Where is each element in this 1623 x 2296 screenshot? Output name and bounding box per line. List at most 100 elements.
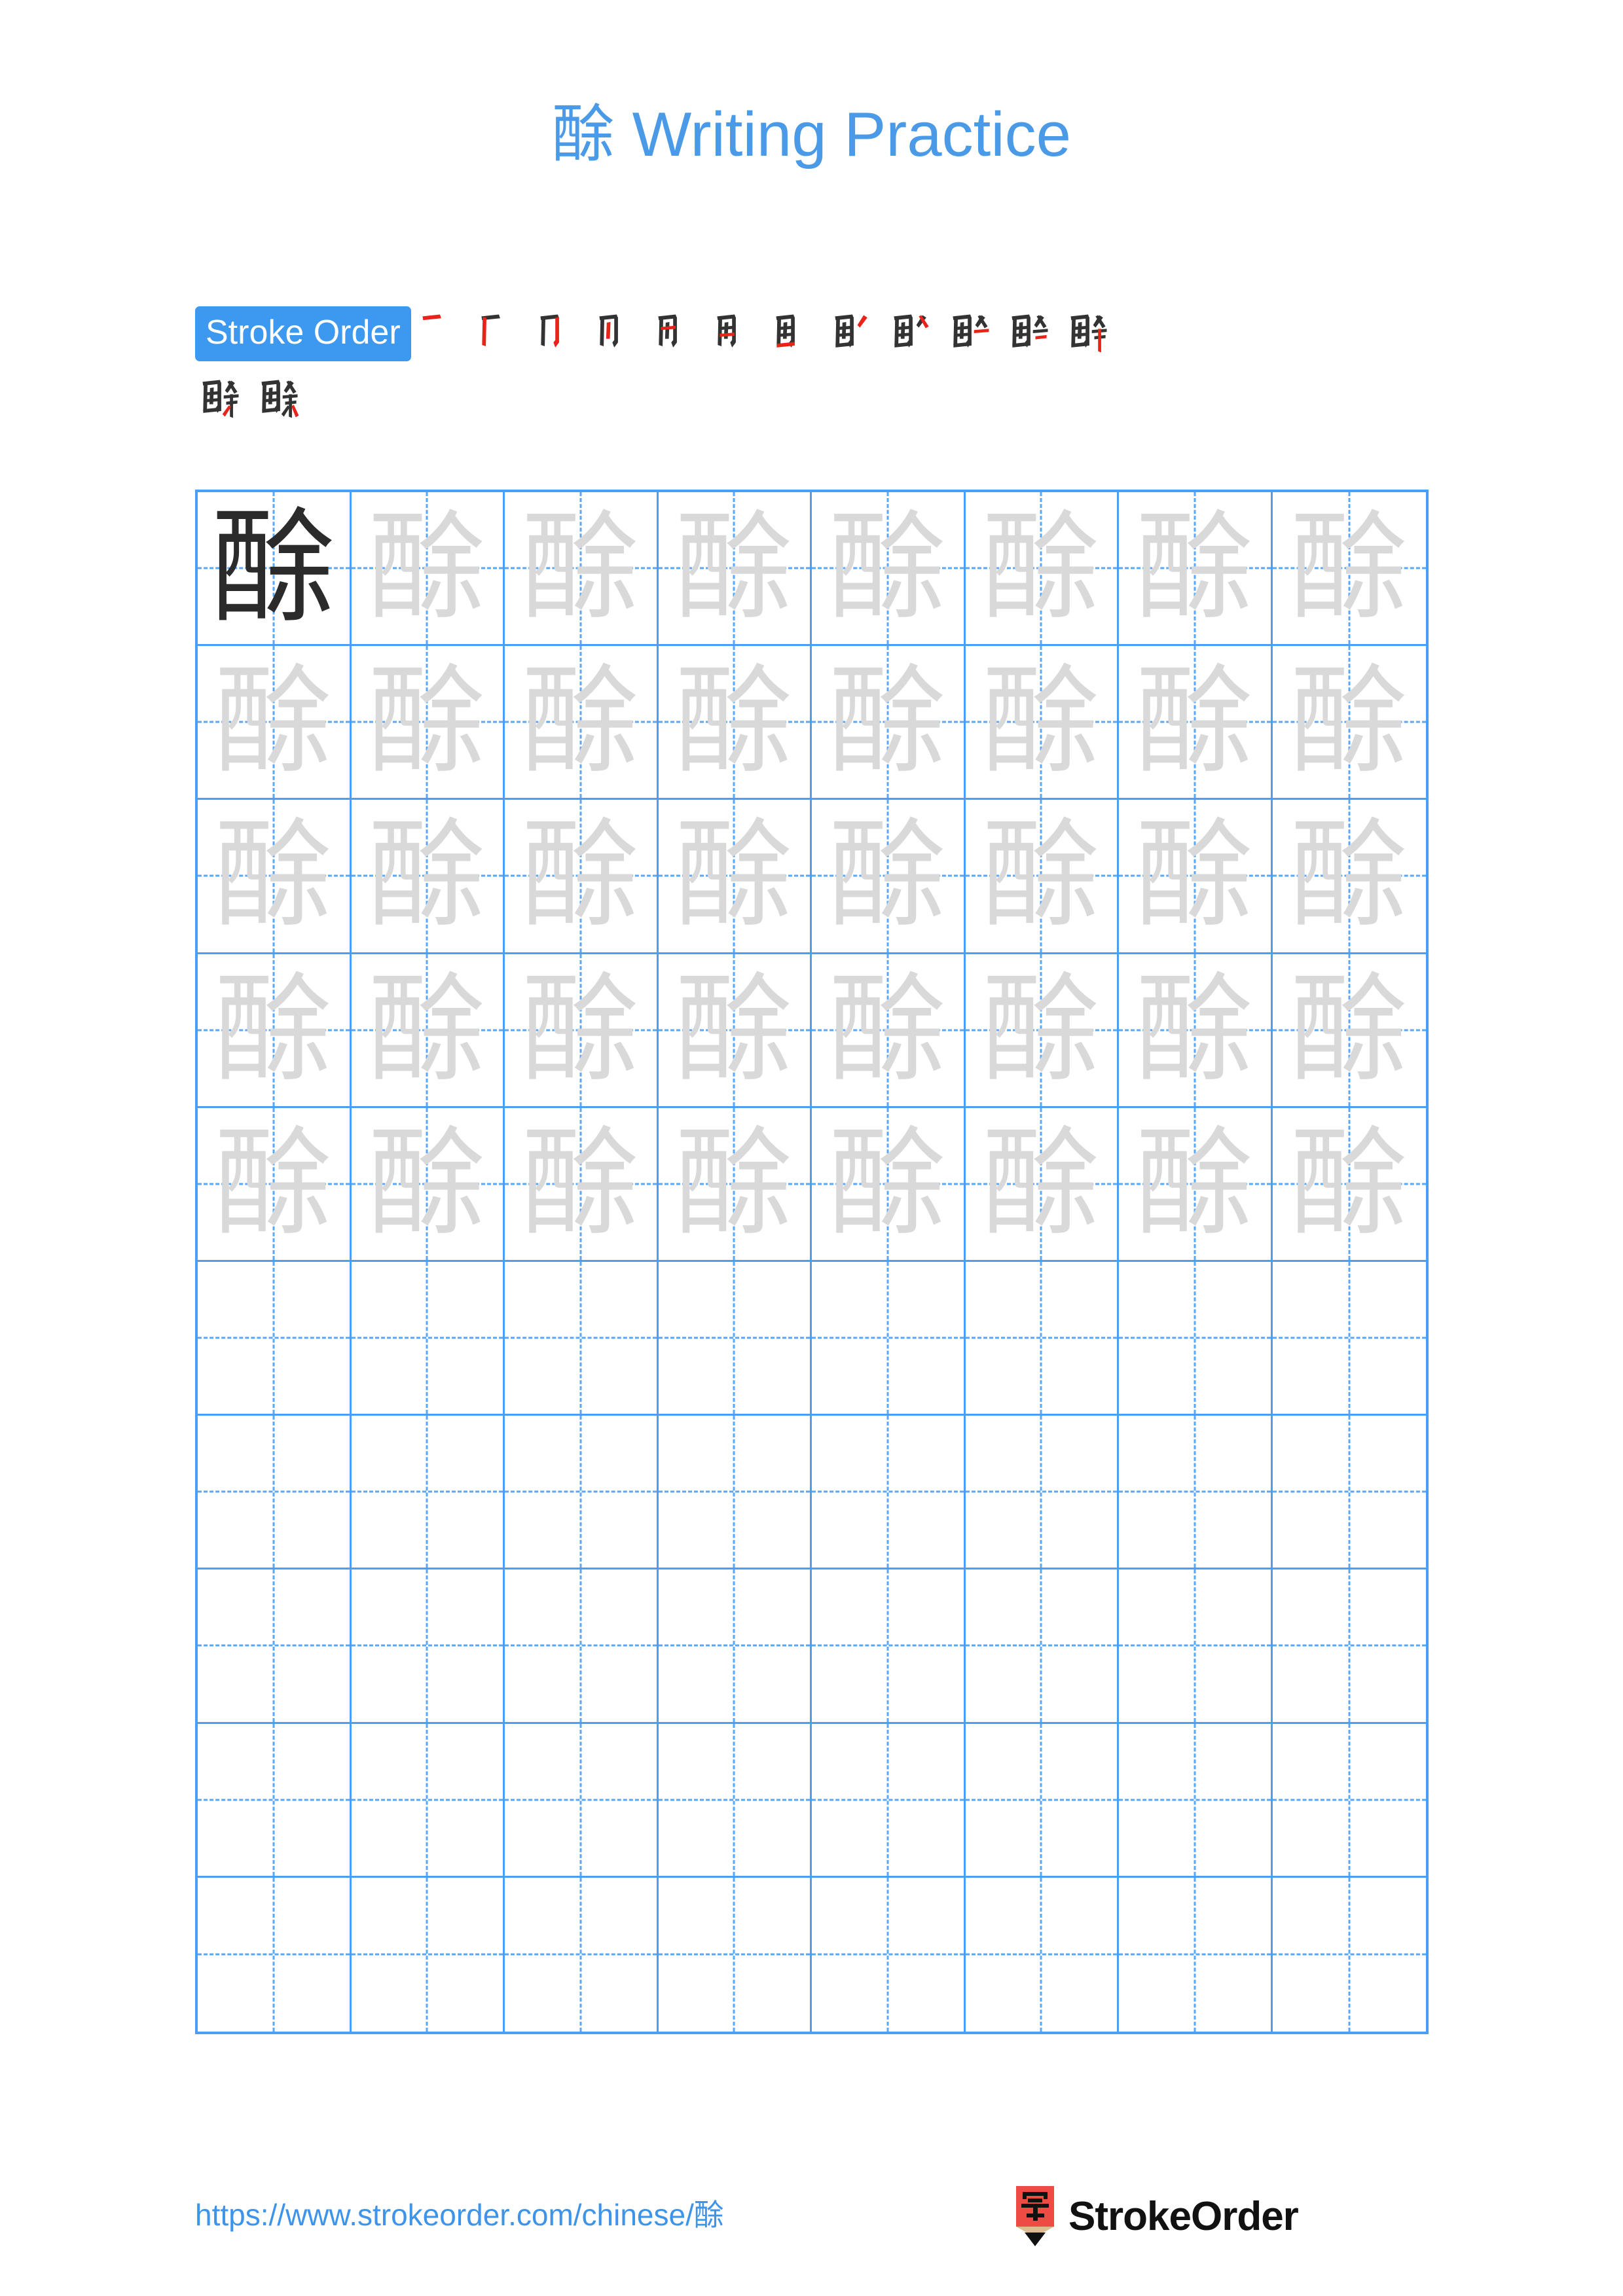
grid-cell-r8-c1[interactable] <box>198 1570 352 1724</box>
grid-cell-r3-c8[interactable]: 酴 <box>1272 800 1426 954</box>
stroke-step-5 <box>651 306 701 361</box>
grid-cell-r7-c6[interactable] <box>965 1416 1119 1570</box>
stroke-step-11 <box>1004 306 1054 361</box>
trace-character: 酴 <box>368 1115 486 1252</box>
grid-cell-r8-c2[interactable] <box>351 1570 505 1724</box>
grid-cell-r9-c6[interactable] <box>965 1723 1119 1878</box>
grid-cell-r10-c5[interactable] <box>812 1877 966 2032</box>
grid-cell-r7-c3[interactable] <box>505 1416 659 1570</box>
grid-cell-r6-c2[interactable] <box>351 1261 505 1416</box>
trace-character: 酴 <box>1290 807 1408 944</box>
grid-cell-r3-c7[interactable]: 酴 <box>1119 800 1273 954</box>
stroke-order-steps-row-1 <box>415 306 1122 353</box>
grid-cell-r4-c7[interactable]: 酴 <box>1119 954 1273 1108</box>
brand-logo[interactable]: StrokeOrder <box>1013 2186 1299 2246</box>
grid-cell-r10-c1[interactable] <box>198 1877 352 2032</box>
grid-cell-r7-c1[interactable] <box>198 1416 352 1570</box>
grid-cell-r9-c8[interactable] <box>1272 1724 1426 1878</box>
grid-cell-r5-c8[interactable]: 酴 <box>1272 1108 1426 1262</box>
trace-character: 酴 <box>675 653 793 791</box>
grid-cell-r3-c1[interactable]: 酴 <box>198 800 352 954</box>
grid-cell-r7-c5[interactable] <box>812 1416 966 1570</box>
grid-cell-r1-c8[interactable]: 酴 <box>1272 492 1426 647</box>
grid-cell-r5-c1[interactable]: 酴 <box>198 1107 352 1262</box>
grid-cell-r8-c5[interactable] <box>812 1570 966 1724</box>
grid-cell-r6-c6[interactable] <box>965 1261 1119 1416</box>
grid-cell-r6-c4[interactable] <box>658 1261 812 1416</box>
grid-cell-r9-c1[interactable] <box>198 1723 352 1878</box>
grid-cell-r2-c1[interactable]: 酴 <box>198 646 352 800</box>
grid-cell-r9-c5[interactable] <box>812 1723 966 1878</box>
grid-cell-r2-c7[interactable]: 酴 <box>1119 646 1273 800</box>
grid-cell-r1-c2[interactable]: 酴 <box>351 492 505 647</box>
grid-cell-r6-c8[interactable] <box>1272 1262 1426 1416</box>
grid-cell-r7-c4[interactable] <box>658 1416 812 1570</box>
grid-cell-r9-c4[interactable] <box>658 1723 812 1878</box>
grid-cell-r7-c8[interactable] <box>1272 1416 1426 1570</box>
grid-cell-r6-c5[interactable] <box>812 1261 966 1416</box>
grid-cell-r8-c4[interactable] <box>658 1570 812 1724</box>
grid-cell-r10-c2[interactable] <box>352 1877 505 2032</box>
grid-cell-r1-c4[interactable]: 酴 <box>658 492 812 647</box>
grid-cell-r5-c2[interactable]: 酴 <box>351 1107 505 1262</box>
grid-cell-r4-c2[interactable]: 酴 <box>351 954 505 1108</box>
grid-cell-r3-c5[interactable]: 酴 <box>812 800 966 954</box>
grid-cell-r1-c7[interactable]: 酴 <box>1119 492 1273 647</box>
grid-cell-r4-c8[interactable]: 酴 <box>1272 954 1426 1108</box>
grid-cell-r2-c4[interactable]: 酴 <box>658 646 812 800</box>
stroke-step-10 <box>945 306 995 361</box>
grid-cell-r2-c3[interactable]: 酴 <box>505 646 659 800</box>
grid-cell-r10-c4[interactable] <box>659 1877 812 2032</box>
grid-cell-r4-c1[interactable]: 酴 <box>198 954 352 1108</box>
grid-cell-r7-c7[interactable] <box>1119 1416 1273 1570</box>
grid-cell-r6-c3[interactable] <box>505 1261 659 1416</box>
grid-cell-r2-c8[interactable]: 酴 <box>1272 646 1426 800</box>
grid-cell-r7-c2[interactable] <box>351 1416 505 1570</box>
grid-cell-r4-c5[interactable]: 酴 <box>812 954 966 1108</box>
stroke-order-section: Stroke Order <box>195 306 1432 427</box>
grid-cell-r3-c2[interactable]: 酴 <box>351 800 505 954</box>
grid-cell-r3-c3[interactable]: 酴 <box>505 800 659 954</box>
grid-cell-r5-c5[interactable]: 酴 <box>812 1107 966 1262</box>
trace-character: 酴 <box>982 499 1101 637</box>
grid-cell-r1-c5[interactable]: 酴 <box>812 492 966 647</box>
grid-cell-r1-c3[interactable]: 酴 <box>505 492 659 647</box>
grid-cell-r10-c3[interactable] <box>505 1877 659 2032</box>
trace-character: 酴 <box>1290 961 1408 1098</box>
stroke-step-14 <box>254 372 304 427</box>
grid-cell-r1-c6[interactable]: 酴 <box>965 492 1119 647</box>
grid-cell-r5-c4[interactable]: 酴 <box>658 1107 812 1262</box>
stroke-step-2 <box>474 306 524 361</box>
trace-character: 酴 <box>521 807 640 944</box>
grid-cell-r9-c7[interactable] <box>1119 1723 1273 1878</box>
grid-cell-r9-c3[interactable] <box>505 1723 659 1878</box>
grid-cell-r10-c6[interactable] <box>966 1877 1119 2032</box>
grid-cell-r5-c7[interactable]: 酴 <box>1119 1107 1273 1262</box>
grid-cell-r10-c8[interactable] <box>1273 1878 1427 2032</box>
grid-cell-r1-c1[interactable]: 酴 <box>198 492 352 647</box>
stroke-step-8 <box>828 306 877 361</box>
grid-cell-r4-c4[interactable]: 酴 <box>658 954 812 1108</box>
grid-cell-r2-c6[interactable]: 酴 <box>965 646 1119 800</box>
grid-cell-r3-c6[interactable]: 酴 <box>965 800 1119 954</box>
grid-cell-r8-c6[interactable] <box>965 1570 1119 1724</box>
grid-cell-r10-c7[interactable] <box>1119 1877 1273 2032</box>
grid-cell-r2-c5[interactable]: 酴 <box>812 646 966 800</box>
grid-cell-r8-c7[interactable] <box>1119 1570 1273 1724</box>
grid-cell-r4-c3[interactable]: 酴 <box>505 954 659 1108</box>
grid-cell-r5-c6[interactable]: 酴 <box>965 1107 1119 1262</box>
grid-cell-r2-c2[interactable]: 酴 <box>351 646 505 800</box>
grid-cell-r5-c3[interactable]: 酴 <box>505 1107 659 1262</box>
stroke-order-badge: Stroke Order <box>195 306 411 361</box>
trace-character: 酴 <box>982 807 1101 944</box>
footer-url-link[interactable]: https://www.strokeorder.com/chinese/酴 <box>195 2191 724 2234</box>
grid-cell-r8-c3[interactable] <box>505 1570 659 1724</box>
trace-character: 酴 <box>982 1115 1101 1252</box>
grid-cell-r8-c8[interactable] <box>1272 1570 1426 1724</box>
grid-cell-r4-c6[interactable]: 酴 <box>965 954 1119 1108</box>
grid-cell-r6-c7[interactable] <box>1119 1261 1273 1416</box>
grid-cell-r6-c1[interactable] <box>198 1261 352 1416</box>
grid-cell-r9-c2[interactable] <box>351 1723 505 1878</box>
grid-cell-r3-c4[interactable]: 酴 <box>658 800 812 954</box>
model-character: 酴 <box>211 495 336 641</box>
